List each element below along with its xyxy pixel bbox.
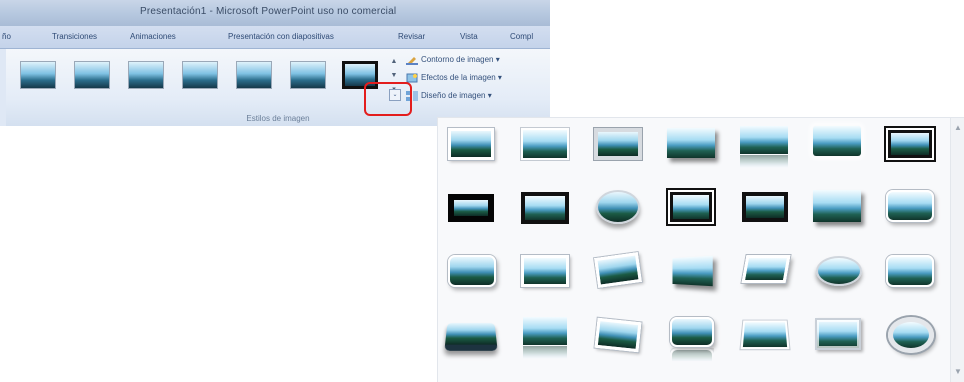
title-bar: Presentación1 - Microsoft PowerPoint uso…	[0, 0, 550, 26]
expanded-picture-styles-gallery: ▲ ▼	[437, 117, 964, 382]
picture-style-option[interactable]	[740, 126, 788, 154]
gallery-scroll-up-icon[interactable]: ▲	[390, 55, 398, 69]
picture-style-option[interactable]	[888, 130, 932, 158]
picture-style-option[interactable]	[813, 126, 861, 156]
picture-style-option[interactable]	[813, 190, 861, 222]
gallery-style-thumb[interactable]	[290, 61, 326, 89]
gallery-style-thumb[interactable]	[128, 61, 164, 89]
picture-style-option[interactable]	[670, 192, 712, 222]
picture-style-option[interactable]	[521, 192, 569, 224]
ribbon-screenshot: Presentación1 - Microsoft PowerPoint uso…	[0, 0, 550, 126]
tab-animaciones[interactable]: Animaciones	[130, 32, 176, 41]
efectos-label: Efectos de la imagen ▾	[421, 73, 502, 83]
picture-style-option[interactable]	[886, 190, 934, 222]
tab-complementos[interactable]: Compl	[510, 32, 533, 41]
picture-style-option[interactable]	[521, 255, 569, 287]
gallery-style-thumb[interactable]	[20, 61, 56, 89]
picture-style-option[interactable]	[523, 317, 567, 345]
picture-style-option[interactable]	[521, 128, 569, 160]
window-title: Presentación1 - Microsoft PowerPoint uso…	[140, 6, 397, 17]
picture-style-option[interactable]	[594, 128, 642, 160]
gallery-scroll-down-icon[interactable]: ▼	[390, 69, 398, 83]
picture-style-option[interactable]	[816, 256, 862, 286]
tab-presentacion[interactable]: Presentación con diapositivas	[228, 32, 334, 41]
scroll-up-icon[interactable]: ▲	[951, 122, 964, 134]
picture-styles-group: ▲ ▼ ▾ Contorno de imagen ▾ Efectos de la…	[6, 49, 550, 126]
picture-styles-gallery: ▲ ▼ ▾	[6, 53, 398, 97]
gallery-style-thumb[interactable]	[182, 61, 218, 89]
picture-style-option[interactable]	[815, 318, 861, 350]
picture-style-option[interactable]	[448, 194, 494, 222]
tab-revisar[interactable]: Revisar	[398, 32, 425, 41]
contorno-label: Contorno de imagen ▾	[421, 55, 500, 65]
contorno-de-imagen-button[interactable]: Contorno de imagen ▾	[406, 55, 500, 71]
gallery-style-thumb[interactable]	[236, 61, 272, 89]
diseno-de-imagen-button[interactable]: Diseño de imagen ▾	[406, 91, 492, 107]
picture-style-option[interactable]	[670, 317, 714, 347]
picture-style-option[interactable]	[594, 317, 642, 353]
picture-style-option[interactable]	[448, 255, 496, 287]
picture-style-option[interactable]	[740, 320, 790, 350]
pencil-outline-icon	[406, 55, 418, 66]
gallery-style-thumb[interactable]	[74, 61, 110, 89]
diseno-label: Diseño de imagen ▾	[421, 91, 492, 101]
picture-style-option[interactable]	[444, 322, 498, 351]
gallery-scrollbar[interactable]: ▲ ▼	[950, 118, 964, 382]
ribbon-tabs: ño Transiciones Animaciones Presentación…	[0, 26, 550, 49]
picture-style-option[interactable]	[667, 128, 715, 158]
picture-style-option[interactable]	[596, 190, 640, 224]
picture-style-option[interactable]	[742, 192, 788, 222]
tab-diseno[interactable]: ño	[2, 32, 11, 41]
highlight-marker	[364, 82, 412, 116]
efectos-de-imagen-button[interactable]: Efectos de la imagen ▾	[406, 73, 502, 89]
picture-style-option[interactable]	[886, 255, 934, 287]
tab-transiciones[interactable]: Transiciones	[52, 32, 97, 41]
picture-style-option[interactable]	[448, 128, 494, 160]
picture-style-option[interactable]	[672, 255, 713, 287]
tab-vista[interactable]: Vista	[460, 32, 478, 41]
picture-style-option[interactable]	[888, 317, 934, 353]
picture-style-option[interactable]	[741, 255, 791, 283]
scroll-down-icon[interactable]: ▼	[951, 366, 964, 378]
picture-style-option[interactable]	[594, 252, 642, 288]
